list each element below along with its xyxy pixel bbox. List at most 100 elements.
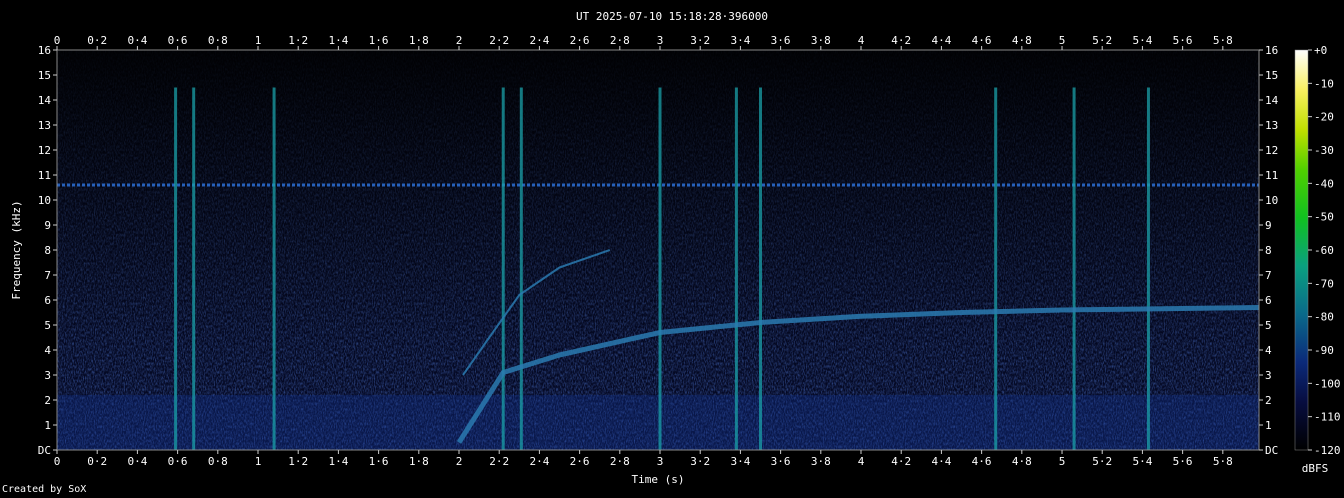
x-tick-label-top: 3·2 [690,34,710,47]
x-tick-label-bottom: 5·4 [1132,455,1152,468]
x-tick-label-top: 1·8 [409,34,429,47]
x-tick-label-bottom: 0·2 [87,455,107,468]
x-tick-label-top: 2·8 [610,34,630,47]
y-tick-label-left: DC [38,444,51,457]
y-tick-label-right: 10 [1265,194,1278,207]
y-tick-label-right: 2 [1265,394,1272,407]
y-tick-label-right: 6 [1265,294,1272,307]
colorbar-tick-label: -30 [1314,144,1334,157]
x-tick-label-top: 0 [54,34,61,47]
y-tick-label-right: 1 [1265,419,1272,432]
x-tick-label-top: 4·4 [931,34,951,47]
y-tick-label-left: 4 [44,344,51,357]
y-tick-label-right: 16 [1265,44,1278,57]
x-tick-label-top: 3·4 [730,34,750,47]
x-tick-label-bottom: 2·4 [529,455,549,468]
x-tick-label-bottom: 2·2 [489,455,509,468]
y-tick-label-left: 8 [44,244,51,257]
x-tick-label-top: 2·4 [529,34,549,47]
colorbar-tick-label: -80 [1314,311,1334,324]
x-tick-label-top: 5·2 [1092,34,1112,47]
x-tick-label-bottom: 3·2 [690,455,710,468]
x-tick-label-bottom: 2·6 [570,455,590,468]
x-tick-label-top: 5 [1059,34,1066,47]
x-tick-label-top: 3·8 [811,34,831,47]
x-tick-label-top: 5·8 [1213,34,1233,47]
x-tick-label-bottom: 2·8 [610,455,630,468]
colorbar-tick-label: -10 [1314,77,1334,90]
x-tick-label-bottom: 5 [1059,455,1066,468]
y-tick-label-left: 11 [38,169,51,182]
y-tick-label-left: 15 [38,69,51,82]
x-tick-label-top: 0·2 [87,34,107,47]
x-tick-label-bottom: 3·8 [811,455,831,468]
sox-credit: Created by SoX [2,484,87,495]
x-tick-label-top: 5·6 [1173,34,1193,47]
y-tick-label-right: 11 [1265,169,1278,182]
y-tick-label-left: 1 [44,419,51,432]
x-tick-label-bottom: 5·2 [1092,455,1112,468]
x-tick-label-top: 2·6 [570,34,590,47]
x-tick-label-top: 4 [858,34,865,47]
colorbar-tick-label: -110 [1314,411,1341,424]
x-tick-label-top: 2·2 [489,34,509,47]
x-tick-label-bottom: 4·4 [931,455,951,468]
plot-area [57,50,1259,450]
x-tick-label-bottom: 1 [255,455,262,468]
y-tick-label-left: 13 [38,119,51,132]
x-tick-label-top: 4·6 [972,34,992,47]
x-tick-label-bottom: 0·4 [127,455,147,468]
x-tick-label-bottom: 1·8 [409,455,429,468]
y-tick-label-right: 14 [1265,94,1279,107]
y-tick-label-right: 9 [1265,219,1272,232]
colorbar-tick-label: +0 [1314,44,1327,57]
x-tick-label-top: 0·6 [168,34,188,47]
x-tick-label-bottom: 0·6 [168,455,188,468]
y-tick-label-left: 16 [38,44,51,57]
x-tick-label-bottom: 4 [858,455,865,468]
x-tick-label-top: 3·6 [771,34,791,47]
colorbar-tick-label: -100 [1314,377,1341,390]
y-tick-label-right: 15 [1265,69,1278,82]
x-tick-label-bottom: 0 [54,455,61,468]
y-tick-label-right: DC [1265,444,1278,457]
x-tick-label-bottom: 4·2 [891,455,911,468]
x-tick-label-top: 0·4 [127,34,147,47]
colorbar [1294,49,1309,451]
low-frequency-noise [57,395,1259,450]
y-tick-label-right: 13 [1265,119,1278,132]
x-tick-label-bottom: 3·4 [730,455,750,468]
x-tick-label-bottom: 1·2 [288,455,308,468]
y-tick-label-left: 3 [44,369,51,382]
colorbar-tick-label: -120 [1314,444,1341,457]
y-tick-label-left: 5 [44,319,51,332]
colorbar-tick-label: -60 [1314,244,1334,257]
y-tick-label-left: 12 [38,144,51,157]
y-tick-label-right: 8 [1265,244,1272,257]
x-tick-label-top: 0·8 [208,34,228,47]
y-tick-label-left: 9 [44,219,51,232]
x-tick-label-bottom: 3 [657,455,664,468]
colorbar-tick-label: -20 [1314,111,1334,124]
y-tick-label-right: 3 [1265,369,1272,382]
y-tick-label-right: 5 [1265,319,1272,332]
y-tick-label-left: 7 [44,269,51,282]
x-tick-label-top: 5·4 [1132,34,1152,47]
x-tick-label-bottom: 0·8 [208,455,228,468]
y-tick-label-left: 6 [44,294,51,307]
x-tick-label-bottom: 1·6 [369,455,389,468]
colorbar-tick-label: -40 [1314,177,1334,190]
y-tick-label-right: 7 [1265,269,1272,282]
chart-title: UT 2025-07-10 15:18:28·396000 [576,10,768,23]
x-tick-label-top: 4·8 [1012,34,1032,47]
colorbar-label: dBFS [1302,462,1329,475]
y-tick-label-left: 2 [44,394,51,407]
x-tick-label-bottom: 4·8 [1012,455,1032,468]
x-axis-label: Time (s) [632,473,685,486]
x-tick-label-bottom: 5·8 [1213,455,1233,468]
x-tick-label-bottom: 5·6 [1173,455,1193,468]
colorbar-tick-label: -70 [1314,277,1334,290]
x-tick-label-top: 4·2 [891,34,911,47]
y-axis-label: Frequency (kHz) [10,200,23,299]
x-tick-label-top: 2 [456,34,463,47]
